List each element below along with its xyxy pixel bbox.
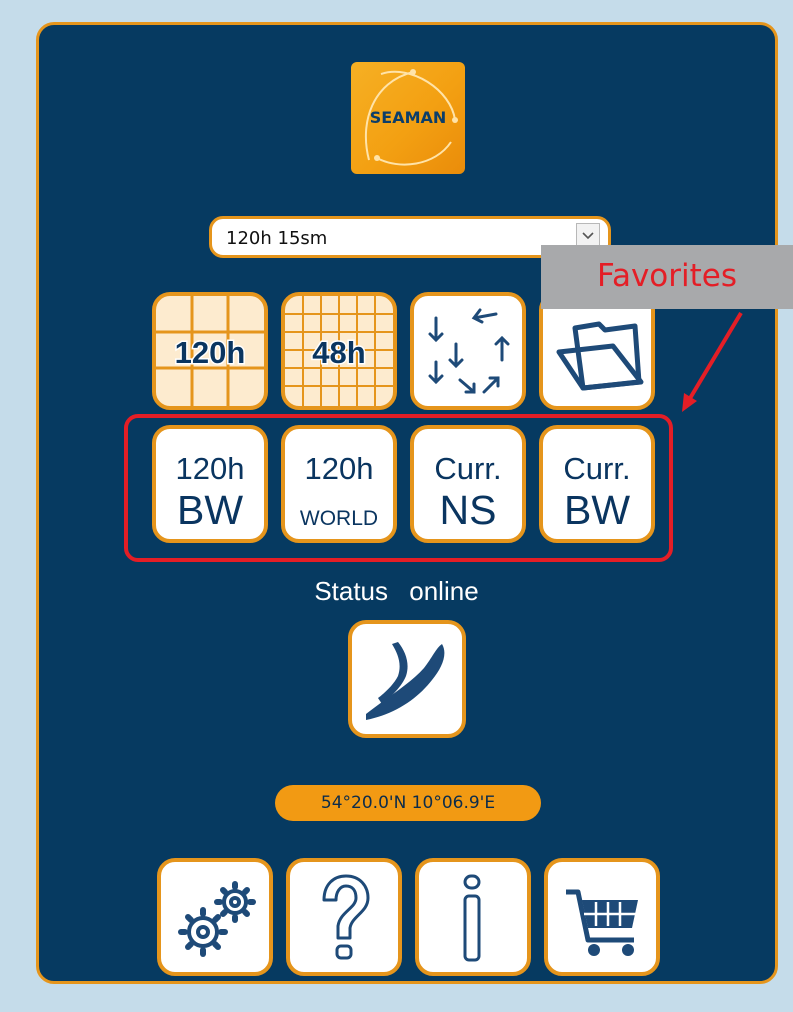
seaman-logo: SEAMAN: [351, 62, 465, 174]
favorite-120h-bw-button[interactable]: 120h BW: [152, 425, 268, 543]
favorite-line2: WORLD: [299, 507, 379, 530]
favorite-line2: BW: [563, 487, 631, 533]
shop-button[interactable]: [544, 858, 660, 976]
logo-text: SEAMAN: [369, 108, 447, 127]
help-button[interactable]: [286, 858, 402, 976]
status-label: Status: [314, 576, 389, 606]
wind-arrows-button[interactable]: [410, 292, 526, 410]
info-button[interactable]: [415, 858, 531, 976]
favorite-line1: 120h: [304, 451, 374, 486]
settings-gears-icon: [178, 881, 256, 957]
help-question-icon: [322, 874, 370, 960]
favorite-line1: Curr.: [563, 451, 631, 486]
forecast-select-value: 120h 15sm: [226, 228, 328, 249]
favorite-curr-ns-button[interactable]: Curr. NS: [410, 425, 526, 543]
favorite-line2: BW: [176, 487, 244, 533]
grid-48h-button[interactable]: 48h: [281, 292, 397, 410]
favorite-line2: NS: [439, 487, 497, 533]
favorite-line1: 120h: [175, 451, 245, 486]
grid-48h-label: 48h: [312, 335, 365, 370]
grid-120h-label: 120h: [175, 335, 246, 370]
settings-button[interactable]: [157, 858, 273, 976]
grid-120h-button[interactable]: 120h: [152, 292, 268, 410]
status-line: Status online: [0, 576, 793, 607]
position-coordinates: 54°20.0'N 10°06.9'E: [275, 785, 541, 821]
coastline-map-icon: [366, 642, 445, 720]
favorites-callout-label: Favorites: [596, 258, 738, 294]
folder-icon: [556, 321, 644, 391]
favorite-curr-bw-button[interactable]: Curr. BW: [539, 425, 655, 543]
favorites-folder-button[interactable]: [539, 292, 655, 410]
status-value: online: [409, 576, 479, 606]
coastline-map-button[interactable]: [348, 620, 466, 738]
wind-arrows-icon: [428, 308, 510, 394]
favorite-120h-world-button[interactable]: 120h WORLD: [281, 425, 397, 543]
info-icon: [463, 874, 481, 962]
shopping-cart-icon: [566, 889, 638, 956]
favorite-line1: Curr.: [434, 451, 502, 486]
